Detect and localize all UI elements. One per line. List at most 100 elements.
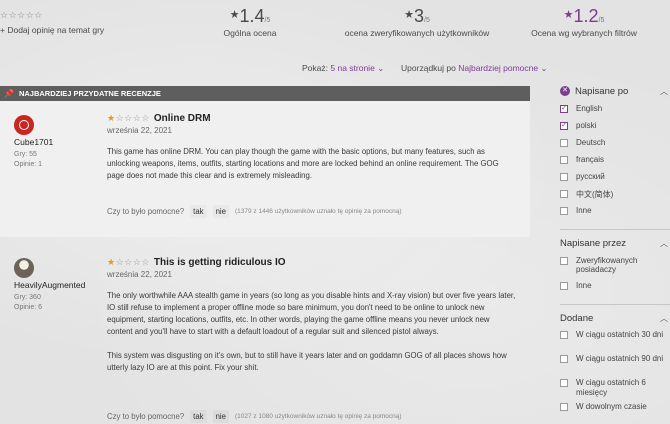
star-empty-icon: ☆ [115, 113, 125, 123]
review-date: września 22, 2021 [107, 126, 172, 135]
filter-option-30-days[interactable]: W ciągu ostatnich 30 dni [560, 330, 670, 354]
helpful-no-button[interactable]: nie [212, 205, 229, 218]
sort-controls: Pokaż: 5 na stronie ⌄ Uporządkuj po Najb… [302, 63, 548, 74]
divider [560, 304, 670, 305]
verified-score: ★3/5 ocena zweryfikowanych użytkowników [338, 6, 496, 38]
order-label: Uporządkuj po [401, 63, 456, 73]
chevron-down-icon[interactable]: ⌄ [540, 63, 547, 73]
review-paragraph: The only worthwhile AAA stealth game in … [107, 291, 516, 336]
filter-option-other-authors[interactable]: Inne [560, 281, 670, 298]
filter-option-label[interactable]: W ciągu ostatnich 6 miesięcy [576, 378, 670, 397]
review-text: This game has online DRM. You can play t… [107, 146, 517, 182]
language-filter-header[interactable]: ✕ Napisane po ︿ [560, 84, 670, 98]
order-value[interactable]: Najbardziej pomocne [458, 63, 538, 73]
helpful-yes-button[interactable]: tak [190, 410, 207, 423]
helpful-question: Czy to było pomocne? [107, 207, 185, 216]
checkbox[interactable] [560, 139, 568, 147]
chevron-up-icon[interactable]: ︿ [660, 313, 668, 324]
chevron-down-icon[interactable]: ⌄ [377, 63, 384, 73]
checkbox[interactable]: ✓ [560, 122, 568, 130]
helpful-yes-button[interactable]: tak [190, 205, 207, 218]
checkbox[interactable] [560, 257, 568, 265]
checkbox[interactable] [560, 207, 568, 215]
filter-option-label[interactable]: English [576, 104, 602, 113]
show-label: Pokaż: [302, 63, 328, 73]
filter-option-label[interactable]: W dowolnym czasie [576, 402, 647, 412]
star-empty-icon: ☆ [115, 257, 125, 267]
review-author: Cube1701 Gry: 55 Opinie: 1 [14, 115, 94, 170]
helpful-question: Czy to było pomocne? [107, 412, 185, 421]
filter-option-6-months[interactable]: W ciągu ostatnich 6 miesięcy [560, 378, 670, 402]
chevron-up-icon[interactable]: ︿ [660, 86, 668, 97]
review-rating-stars: ★☆☆☆☆ [107, 257, 150, 268]
clear-filter-icon[interactable]: ✕ [560, 86, 570, 96]
checkbox[interactable] [560, 331, 568, 339]
checkbox[interactable] [560, 355, 568, 363]
filter-option-label[interactable]: polski [576, 121, 596, 130]
filter-option-russian[interactable]: русский [560, 172, 670, 189]
add-opinion-block[interactable]: ☆☆☆☆☆ + Dodaj opinię na temat gry [0, 10, 120, 35]
filter-option-label[interactable]: Deutsch [576, 138, 605, 147]
filter-option-label[interactable]: 中文(简体) [576, 189, 613, 200]
section-title: NAJBARDZIEJ PRZYDATNE RECENZJE [18, 89, 161, 98]
filter-option-deutsch[interactable]: Deutsch [560, 138, 670, 155]
section-header: 📌 NAJBARDZIEJ PRZYDATNE RECENZJE [0, 86, 530, 101]
filter-option-label[interactable]: русский [576, 172, 605, 181]
author-filter-header[interactable]: Napisane przez ︿ [560, 236, 670, 250]
author-games-count: Gry: 55 [14, 151, 37, 158]
filter-option-verified-owners[interactable]: Zweryfikowanych posiadaczy [560, 256, 670, 281]
filter-option-polski[interactable]: ✓ polski [560, 121, 670, 138]
filter-option-chinese[interactable]: 中文(简体) [560, 189, 670, 206]
show-per-page-dropdown[interactable]: 5 na stronie ⌄ [330, 63, 384, 73]
filtered-score: ★1.2/5 Ocena wg wybranych filtrów [524, 6, 644, 38]
filter-option-any-time[interactable]: W dowolnym czasie [560, 402, 670, 416]
checkbox[interactable] [560, 156, 568, 164]
filter-option-label[interactable]: Zweryfikowanych posiadaczy [576, 256, 670, 274]
verified-score-value: 3 [414, 6, 425, 26]
language-filter-title[interactable]: Napisane po [575, 86, 628, 97]
filtered-score-denominator: /5 [598, 17, 605, 24]
checkbox[interactable] [560, 282, 568, 290]
filter-option-90-days[interactable]: W ciągu ostatnich 90 dni [560, 354, 670, 378]
helpful-count: (1379 z 1446 użytkowników uznało tę opin… [234, 208, 402, 215]
filtered-score-value: 1.2 [573, 6, 599, 26]
author-opinions-count: Opinie: 1 [14, 161, 43, 168]
review-body: ★☆☆☆☆ This is getting ridiculous IO wrze… [107, 257, 517, 374]
helpful-row: Czy to było pomocne? tak nie (1027 z 108… [107, 410, 402, 423]
added-filter-title[interactable]: Dodane [560, 313, 593, 324]
author-filter-title[interactable]: Napisane przez [560, 238, 626, 249]
filter-option-label[interactable]: W ciągu ostatnich 30 dni [576, 330, 663, 340]
review-title: This is getting ridiculous IO [153, 257, 286, 268]
filter-option-francais[interactable]: français [560, 155, 670, 172]
author-name[interactable]: Cube1701 [14, 137, 94, 147]
verified-score-denominator: /5 [424, 17, 430, 24]
overall-score-denominator: /5 [264, 17, 271, 24]
avatar[interactable] [14, 115, 34, 135]
avatar[interactable] [14, 258, 34, 278]
overall-score: ★1.4/5 Ogólna ocena [222, 6, 278, 38]
add-opinion-link[interactable]: + Dodaj opinię na temat gry [0, 25, 120, 35]
star-empty-icon: ☆ [141, 257, 150, 267]
filter-option-label[interactable]: français [576, 155, 604, 164]
order-dropdown[interactable]: Najbardziej pomocne ⌄ [458, 63, 547, 73]
star-icon: ★ [229, 9, 240, 21]
helpful-no-button[interactable]: nie [212, 410, 229, 423]
filter-option-english[interactable]: ✓ English [560, 104, 670, 121]
star-filled-icon: ★ [107, 257, 116, 267]
checkbox[interactable] [560, 403, 568, 411]
checkbox[interactable]: ✓ [560, 105, 568, 113]
checkbox[interactable] [560, 190, 568, 198]
star-empty-icon: ☆ [124, 113, 133, 123]
filter-option-label[interactable]: W ciągu ostatnich 90 dni [576, 354, 663, 364]
author-name[interactable]: HeavilyAugmented [14, 280, 94, 290]
chevron-up-icon[interactable]: ︿ [660, 238, 668, 249]
checkbox[interactable] [560, 379, 568, 387]
filter-option-label[interactable]: Inne [576, 281, 592, 290]
filter-option-other-language[interactable]: Inne [560, 206, 670, 223]
filter-option-label[interactable]: Inne [576, 206, 592, 215]
checkbox[interactable] [560, 173, 568, 181]
added-filter-header[interactable]: Dodane ︿ [560, 311, 670, 325]
star-icon: ★ [404, 9, 414, 21]
show-per-page-value[interactable]: 5 na stronie [330, 63, 374, 73]
empty-rating-stars[interactable]: ☆☆☆☆☆ [0, 10, 120, 21]
